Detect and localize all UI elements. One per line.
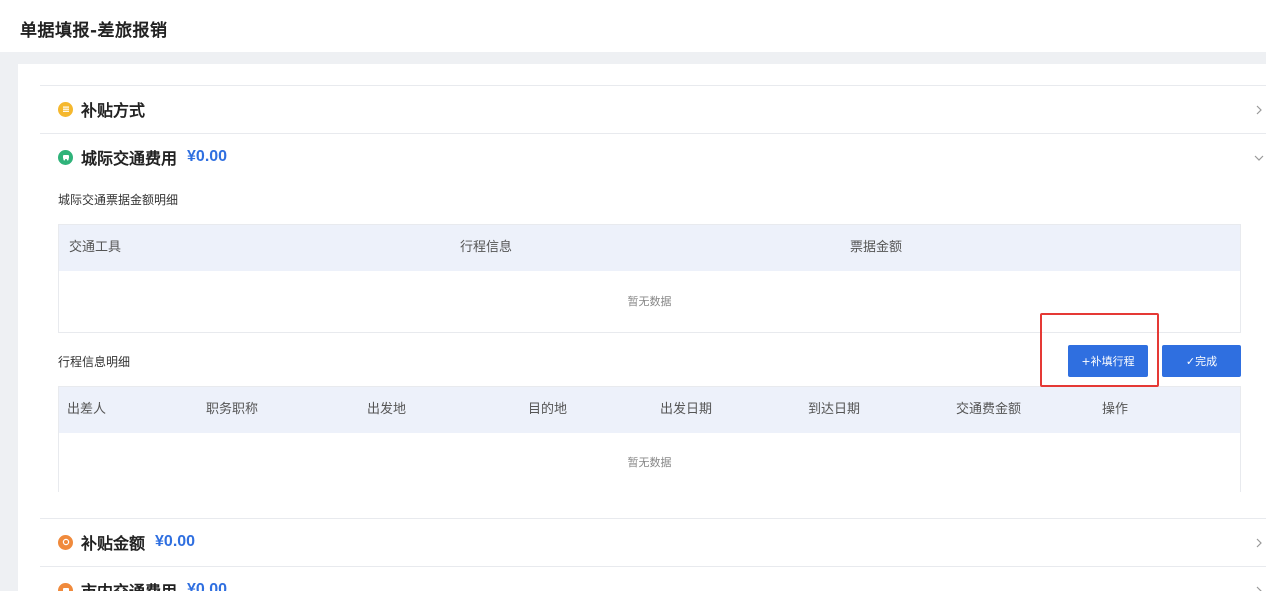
chevron-right-icon[interactable] xyxy=(1252,102,1266,116)
section-city-transport[interactable]: 市内交通费用 ¥0.00 xyxy=(40,566,1266,591)
done-button[interactable]: ✓完成 xyxy=(1162,345,1241,377)
page-title: 单据填报-差旅报销 xyxy=(20,21,168,41)
section-subsidy-amount[interactable]: 补贴金额 ¥0.00 xyxy=(40,518,1266,566)
section-amount: ¥0.00 xyxy=(187,581,228,591)
column-header: 出发日期 xyxy=(660,402,713,417)
section-header[interactable]: 城际交通费用 ¥0.00 xyxy=(58,134,227,180)
coin-icon xyxy=(58,534,73,550)
highlight-box xyxy=(1040,313,1159,387)
table-header: 出差人 职务职称 出发地 目的地 出发日期 到达日期 交通费金额 操作 xyxy=(59,387,1240,433)
column-header: 出发地 xyxy=(367,402,407,417)
chevron-right-icon[interactable] xyxy=(1252,535,1266,549)
table-header: 交通工具 行程信息 票据金额 xyxy=(59,225,1240,271)
trip-table: 出差人 职务职称 出发地 目的地 出发日期 到达日期 交通费金额 操作 暂无数据 xyxy=(58,386,1241,492)
section-subsidy-method[interactable]: 补贴方式 xyxy=(40,85,1266,133)
car-icon xyxy=(58,149,73,165)
car-icon xyxy=(58,582,73,591)
column-header: 交通工具 xyxy=(69,240,122,255)
section-amount: ¥0.00 xyxy=(155,533,196,550)
column-header: 出差人 xyxy=(67,402,107,417)
section-title: 补贴金额 xyxy=(81,534,146,553)
column-header: 票据金额 xyxy=(850,240,903,255)
column-header: 操作 xyxy=(1102,402,1129,417)
section-title: 市内交通费用 xyxy=(81,578,177,591)
list-icon xyxy=(58,101,73,117)
section-title: 补贴方式 xyxy=(81,101,146,120)
column-header: 到达日期 xyxy=(808,402,861,417)
ticket-table-label: 城际交通票据金额明细 xyxy=(58,193,179,207)
empty-state: 暂无数据 xyxy=(627,456,672,469)
column-header: 行程信息 xyxy=(460,240,513,255)
trip-table-label: 行程信息明细 xyxy=(58,355,131,369)
chevron-down-icon[interactable] xyxy=(1252,150,1266,164)
column-header: 交通费金额 xyxy=(956,402,1022,417)
column-header: 目的地 xyxy=(528,402,568,417)
section-header[interactable]: 补贴方式 xyxy=(58,86,145,132)
section-title: 城际交通费用 xyxy=(81,149,178,168)
section-header[interactable]: 市内交通费用 ¥0.00 xyxy=(58,567,227,591)
column-header: 职务职称 xyxy=(206,402,259,417)
chevron-right-icon[interactable] xyxy=(1252,583,1266,591)
section-amount: ¥0.00 xyxy=(187,148,228,165)
section-header[interactable]: 补贴金额 ¥0.00 xyxy=(58,519,195,565)
